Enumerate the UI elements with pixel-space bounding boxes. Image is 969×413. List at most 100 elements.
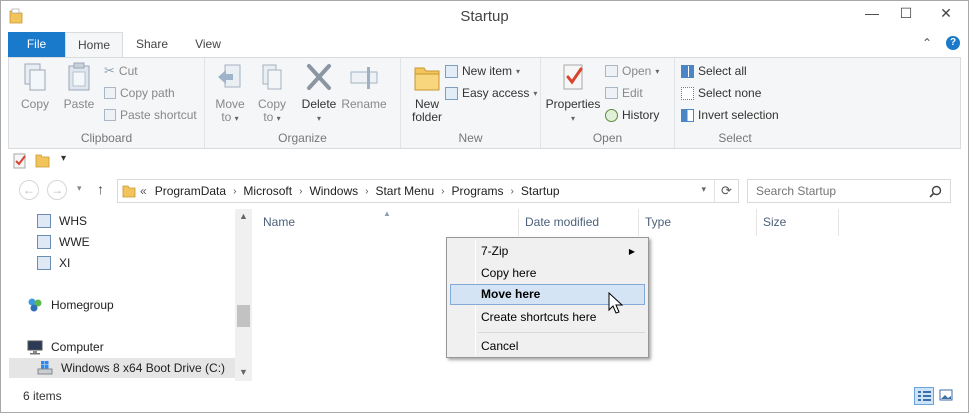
copy-path-label: Copy path [120,86,175,100]
copy-path-button[interactable]: Copy path [104,84,175,102]
new-folder-icon[interactable] [35,152,50,168]
new-folder-button[interactable]: New folder [407,62,447,124]
network-drive-icon [37,256,51,270]
close-button[interactable]: ✕ [931,1,961,27]
nav-item-whs[interactable]: WHS [37,211,87,231]
open-button[interactable]: Open ▾ [605,62,659,80]
recent-locations-icon[interactable]: ▾ [77,183,82,194]
easy-access-label: Easy access [462,86,530,100]
rename-button[interactable]: Rename [341,62,387,111]
breadcrumb-programdata[interactable]: ProgramData [151,184,230,198]
easy-access-icon [445,86,458,100]
menu-item-copy-here[interactable]: Copy here [450,263,645,284]
tab-share[interactable]: Share [123,32,181,57]
address-overflow[interactable]: « [136,184,151,198]
large-icons-view-button[interactable] [937,387,957,405]
breadcrumb-separator-icon[interactable]: › [296,186,305,197]
breadcrumb-start-menu[interactable]: Start Menu [371,184,438,198]
breadcrumb-separator-icon[interactable]: › [438,186,447,197]
chevron-down-icon: ▾ [533,88,538,98]
paste-icon [68,62,90,91]
customize-qat-icon[interactable]: ▾ [61,153,66,164]
up-button[interactable]: ↑ [97,181,104,197]
column-header-name[interactable]: Name [257,209,519,236]
quick-access-toolbar: ▾ [11,151,91,171]
minimize-button[interactable]: — [857,1,887,27]
nav-item-wwe[interactable]: WWE [37,232,90,252]
help-icon[interactable]: ? [946,36,960,50]
paste-shortcut-label: Paste shortcut [120,108,197,122]
network-drive-icon [37,214,51,228]
breadcrumb-microsoft[interactable]: Microsoft [239,184,296,198]
address-bar[interactable]: « ProgramData › Microsoft › Windows › St… [117,179,739,203]
new-item-button[interactable]: New item ▾ [445,62,520,80]
move-to-icon [218,64,241,88]
new-folder-label-2: folder [411,110,443,124]
chevron-down-icon: ▾ [570,114,575,123]
tab-view[interactable]: View [181,32,235,57]
new-folder-icon [414,67,440,91]
breadcrumb-startup[interactable]: Startup [517,184,564,198]
invert-selection-button[interactable]: Invert selection [681,106,779,124]
rename-label: Rename [341,97,387,111]
paste-shortcut-icon [104,109,116,121]
tab-home[interactable]: Home [65,32,123,58]
menu-item-cancel[interactable]: Cancel [450,336,645,357]
column-header-size[interactable]: Size [757,209,839,236]
paste-shortcut-button[interactable]: Paste shortcut [104,106,197,124]
breadcrumb-programs[interactable]: Programs [448,184,508,198]
select-none-button[interactable]: Select none [681,84,761,102]
details-view-button[interactable] [914,387,934,405]
history-button[interactable]: History [605,106,659,124]
properties-button[interactable]: Properties ▾ [545,62,601,125]
breadcrumb-separator-icon[interactable]: › [362,186,371,197]
refresh-button[interactable]: ⟳ [714,180,738,202]
forward-button[interactable]: → [47,180,67,200]
nav-item-xi[interactable]: XI [37,253,70,273]
copy-to-button[interactable]: Copy to ▾ [253,62,291,125]
chevron-down-icon: ▾ [316,114,321,123]
edit-button[interactable]: Edit [605,84,643,102]
properties-icon[interactable] [13,153,28,169]
new-group-label: New [458,131,483,145]
nav-item-homegroup[interactable]: Homegroup [27,295,114,315]
item-count: 6 items [23,389,62,403]
move-to-button[interactable]: Move to ▾ [211,62,249,125]
explorer-window: Startup — ☐ ✕ File Home Share View ⌃ ? C… [0,0,969,413]
tab-file[interactable]: File [8,32,65,57]
search-icon[interactable] [929,185,942,198]
move-to-label-2: to [221,110,232,124]
menu-item-label: Create shortcuts here [481,310,597,324]
window-title: Startup [460,8,509,25]
organize-group: Move to ▾ Copy to ▾ Delete ▾ Rename Orga… [205,58,401,148]
column-header-type[interactable]: Type [639,209,757,236]
nav-item-c-drive[interactable]: Windows 8 x64 Boot Drive (C:) [9,358,235,378]
column-header-date-modified[interactable]: Date modified [519,209,639,236]
cut-label: Cut [118,64,138,78]
nav-item-label: Windows 8 x64 Boot Drive (C:) [61,361,226,375]
paste-label: Paste [63,97,95,111]
maximize-button[interactable]: ☐ [891,1,921,27]
cut-button[interactable]: ✂ Cut [104,62,138,80]
nav-item-computer[interactable]: Computer [27,337,104,357]
back-button[interactable]: ← [19,180,39,200]
search-box [747,179,951,203]
paste-button[interactable]: Paste [59,62,99,111]
easy-access-button[interactable]: Easy access ▾ [445,84,537,102]
minimize-ribbon-icon[interactable]: ⌃ [922,36,932,50]
breadcrumb-separator-icon[interactable]: › [230,186,239,197]
open-group: Properties ▾ Open ▾ Edit History Open [541,58,675,148]
search-input[interactable] [756,184,926,198]
select-group: Select all Select none Invert selection … [675,58,795,148]
copy-button[interactable]: Copy [15,62,55,111]
breadcrumb-separator-icon[interactable]: › [508,186,517,197]
select-none-icon [681,86,694,100]
delete-button[interactable]: Delete ▾ [299,62,339,125]
nav-item-label: Computer [51,340,104,354]
breadcrumb-windows[interactable]: Windows [305,184,362,198]
address-dropdown-icon[interactable]: ▾ [701,184,706,195]
computer-icon [27,340,43,355]
chevron-down-icon: ▾ [276,114,281,123]
select-all-button[interactable]: Select all [681,62,747,80]
menu-item-7zip[interactable]: 7-Zip ▶ [450,241,645,262]
